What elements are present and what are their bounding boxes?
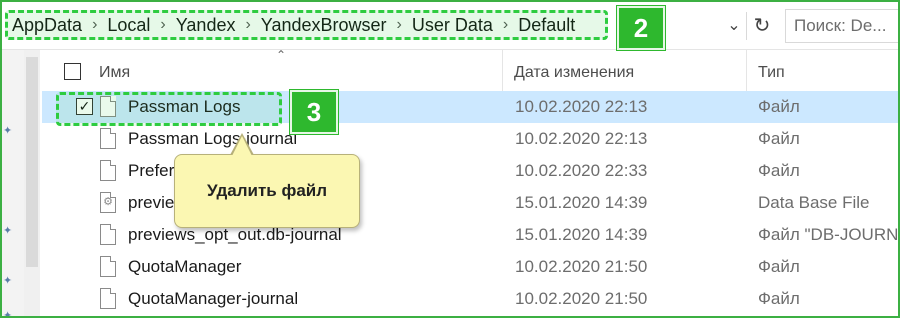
file-type: Файл (758, 97, 800, 116)
file-date: 15.01.2020 14:39 (515, 225, 648, 244)
nav-scrollbar-thumb[interactable] (26, 57, 38, 267)
file-date: 10.02.2020 22:13 (515, 97, 648, 116)
navigation-pane[interactable]: ✦ ✦ ✦ ✦ (2, 50, 24, 316)
select-all-checkbox[interactable] (64, 63, 81, 80)
file-type: Файл (758, 289, 800, 308)
search-input[interactable] (785, 9, 898, 43)
file-date: 15.01.2020 14:39 (515, 193, 648, 212)
refresh-icon[interactable]: ↻ (746, 12, 777, 40)
pin-icon: ✦ (3, 275, 13, 287)
sort-ascending-icon: ⌃ (276, 48, 287, 62)
pin-icon: ✦ (3, 125, 13, 137)
file-row[interactable]: Passman Logs-journal 10.02.2020 22:13 Фа… (42, 123, 898, 155)
file-row[interactable]: Preferences 10.02.2020 22:33 Файл (42, 155, 898, 187)
file-row[interactable]: ⚙ previews_opt_out.db 15.01.2020 14:39 D… (42, 187, 898, 219)
step-badge-2: 2 (617, 6, 665, 50)
column-header-name[interactable]: Имя (99, 64, 130, 82)
column-divider[interactable] (502, 50, 503, 95)
tooltip-callout: Удалить файл (174, 154, 360, 228)
file-icon (100, 256, 116, 277)
file-name: QuotaManager (128, 257, 242, 276)
file-date: 10.02.2020 22:33 (515, 161, 648, 180)
file-row[interactable]: QuotaManager 10.02.2020 21:50 Файл (42, 251, 898, 283)
tooltip-pointer-fill (232, 136, 252, 156)
file-date: 10.02.2020 21:50 (515, 257, 648, 276)
pin-icon: ✦ (3, 310, 13, 318)
file-icon (100, 160, 116, 181)
chevron-down-icon[interactable]: ⌄ (722, 12, 746, 40)
address-highlight (5, 10, 608, 40)
file-name: Passman Logs-journal (128, 129, 298, 148)
file-row[interactable]: QuotaManager-journal 10.02.2020 21:50 Фа… (42, 283, 898, 315)
file-type: Файл "DB-JOURNAL" (758, 225, 899, 244)
file-icon (100, 288, 116, 309)
file-type: Файл (758, 129, 800, 148)
file-icon (100, 224, 116, 245)
pin-icon: ✦ (3, 225, 13, 237)
file-row[interactable]: previews_opt_out.db-journal 15.01.2020 1… (42, 219, 899, 251)
file-type: Файл (758, 257, 800, 276)
file-date: 10.02.2020 22:13 (515, 129, 648, 148)
column-divider[interactable] (746, 50, 747, 95)
file-name: QuotaManager-journal (128, 289, 299, 308)
file-date: 10.02.2020 21:50 (515, 289, 648, 308)
file-type: Data Base File (758, 193, 870, 212)
column-header-date[interactable]: Дата изменения (514, 64, 634, 82)
file-highlight (56, 92, 282, 126)
file-type: Файл (758, 161, 800, 180)
file-icon (100, 128, 116, 149)
step-badge-3: 3 (290, 90, 338, 134)
column-header-type[interactable]: Тип (758, 64, 785, 82)
explorer-window: AppData › Local › Yandex › YandexBrowser… (0, 0, 900, 318)
database-file-icon: ⚙ (100, 192, 116, 213)
file-name: previews_opt_out.db-journal (128, 225, 342, 244)
